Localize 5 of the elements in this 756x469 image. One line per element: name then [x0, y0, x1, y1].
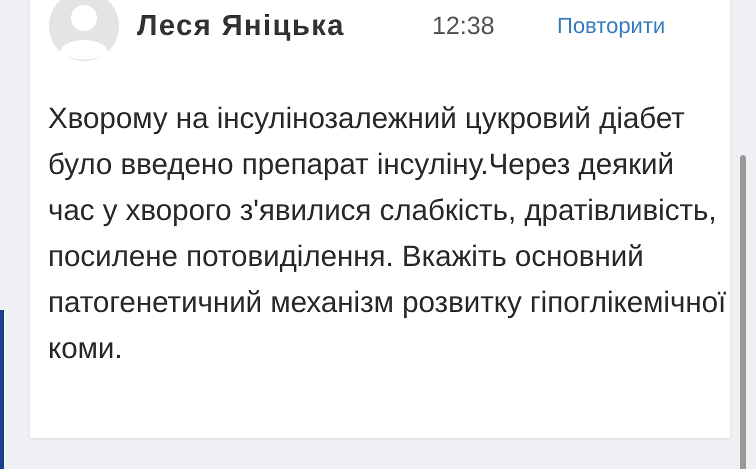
message-time: 12:38 [432, 12, 496, 40]
retry-link[interactable]: Повторити [557, 13, 666, 39]
message-text: Хворому на інсулінозалежний цукровий діабет було введено препарат інсуліну.Через деякий час у хворого з'явилися слабкість, дратівливість, посилене потовиділення. Вкажіть основний патогенетичний механізм розвитку гіпоглікемічної коми. [48, 101, 728, 367]
scrollbar[interactable] [740, 155, 746, 469]
author-name: Леся Яніцька [137, 10, 346, 42]
